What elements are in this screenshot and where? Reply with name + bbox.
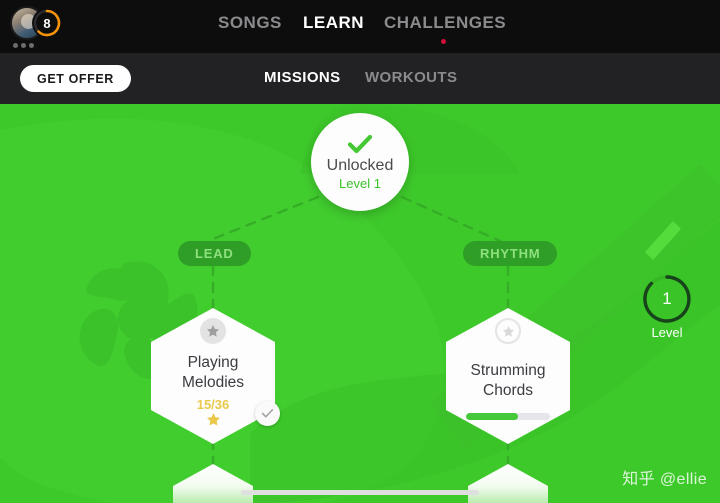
home-indicator — [241, 490, 479, 495]
learning-path-map: Unlocked Level 1 LEAD RHYTHM Playing Mel… — [0, 104, 720, 503]
lesson-title-line2: Chords — [483, 381, 533, 399]
tab-songs[interactable]: SONGS — [218, 13, 282, 33]
lesson-title-line2: Melodies — [181, 374, 245, 391]
watermark: 知乎 @ellie — [622, 471, 707, 488]
star-outline-icon — [495, 318, 521, 344]
app-root: 8 SONGS LEARN CHALLENGES GET OFFER MISSI… — [0, 0, 720, 503]
check-glyph — [261, 409, 274, 418]
lesson-card-next-left[interactable] — [173, 464, 253, 503]
lesson-title-line1: Strumming — [470, 361, 546, 379]
node-unlocked-root[interactable]: Unlocked Level 1 — [311, 113, 409, 211]
branch-pill-lead[interactable]: LEAD — [178, 241, 251, 266]
tab-challenges[interactable]: CHALLENGES — [384, 13, 506, 33]
top-navigation-bar: 8 SONGS LEARN CHALLENGES — [0, 0, 720, 53]
tab-missions[interactable]: MISSIONS — [264, 69, 341, 86]
lesson-title: Strumming Chords — [471, 361, 546, 401]
star-glyph — [206, 325, 220, 337]
level-label: Level — [651, 325, 683, 340]
root-node-title: Unlocked — [326, 156, 394, 174]
star-filled-icon — [200, 318, 226, 344]
root-node-subtitle: Level 1 — [339, 175, 381, 191]
lesson-progress-fill — [466, 412, 519, 420]
lesson-card-playing-melodies[interactable]: Playing Melodies 15/36 — [151, 308, 280, 444]
completed-check — [468, 464, 548, 503]
tab-learn[interactable]: LEARN — [303, 13, 364, 33]
lesson-card-strumming-chords[interactable]: Strumming Chords — [446, 308, 570, 444]
star-gold-icon — [206, 413, 220, 426]
lesson-title-line1: Playing — [187, 354, 239, 371]
tab-workouts[interactable]: WORKOUTS — [365, 69, 457, 86]
lesson-title: Playing Melodies — [182, 353, 244, 393]
branch-pill-rhythm[interactable]: RHYTHM — [463, 241, 558, 266]
challenges-notification-dot — [441, 39, 446, 44]
check-badge-icon — [255, 401, 280, 426]
check-icon — [347, 134, 373, 153]
level-value: 1 — [662, 289, 672, 308]
level-indicator[interactable]: 1 Level — [641, 273, 693, 343]
lesson-card-next-right[interactable] — [468, 464, 548, 503]
lesson-progress-bar — [466, 412, 550, 420]
completed-check — [173, 464, 253, 503]
star-glyph — [502, 325, 514, 337]
main-nav: SONGS LEARN CHALLENGES — [0, 0, 720, 53]
get-offer-button[interactable]: GET OFFER — [20, 65, 131, 92]
sub-navigation-bar: GET OFFER MISSIONS WORKOUTS — [0, 53, 720, 104]
lesson-progress-count: 15/36 — [196, 397, 230, 412]
